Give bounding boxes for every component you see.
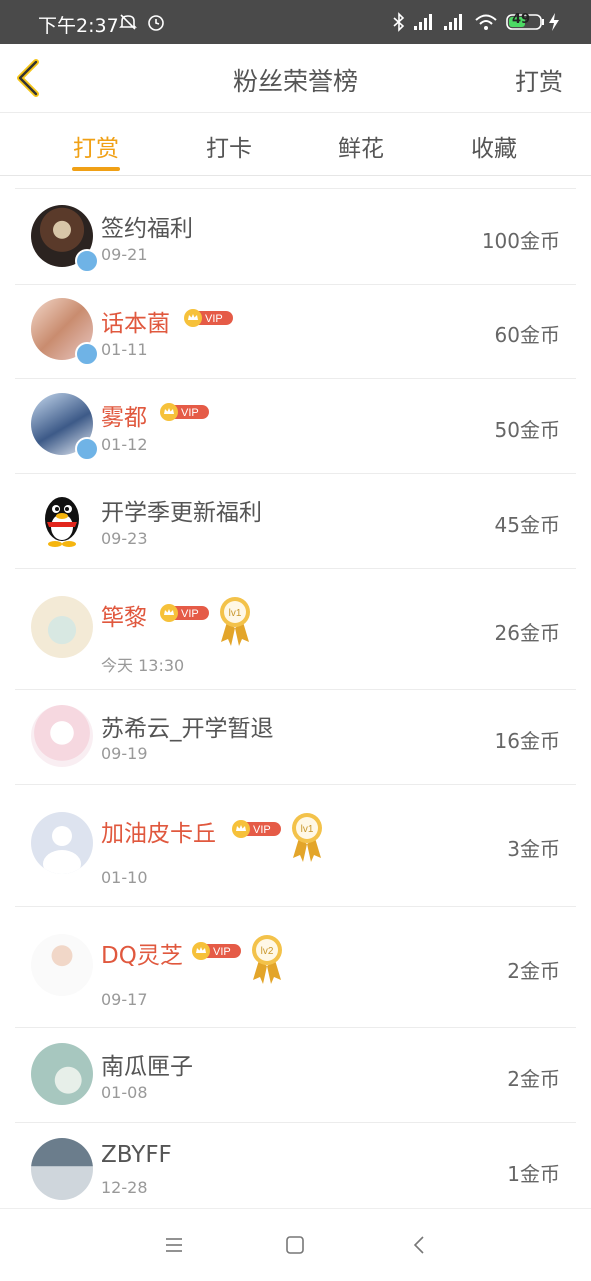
list-item[interactable]: 苏希云_开学暂退 09-19 16金币 xyxy=(15,689,576,785)
user-name: 雾都 xyxy=(101,405,147,431)
reward-date: 09-19 xyxy=(101,744,148,763)
vip-label: VIP xyxy=(205,313,223,325)
coin-amount: 2金币 xyxy=(507,959,560,983)
reward-date: 09-23 xyxy=(101,529,148,548)
document-badge-icon xyxy=(75,249,99,273)
vip-crown-icon: VIP xyxy=(160,604,209,622)
avatar xyxy=(31,705,93,767)
tab-favorites[interactable]: 收藏 xyxy=(439,129,549,163)
list-item[interactable]: ZBYFF 12-28 1金币 xyxy=(15,1122,576,1208)
mute-icon xyxy=(118,12,138,37)
medal-level: lv2 xyxy=(261,946,274,957)
battery-level: 49 xyxy=(512,12,531,27)
default-avatar-icon xyxy=(31,812,93,874)
medal-level: lv1 xyxy=(301,824,314,835)
back-nav-icon[interactable] xyxy=(410,1235,430,1255)
vip-label: VIP xyxy=(253,824,271,836)
coin-amount: 50金币 xyxy=(494,418,560,442)
reward-date: 01-12 xyxy=(101,435,148,454)
system-nav-bar xyxy=(0,1208,591,1281)
user-name: 签约福利 xyxy=(101,216,193,242)
reward-date: 12-28 xyxy=(101,1178,148,1197)
list-item[interactable]: 筚黎 VIP lv1 今天 13:30 26金币 xyxy=(15,568,576,690)
avatar xyxy=(31,596,93,658)
home-icon[interactable] xyxy=(285,1235,305,1255)
vip-label: VIP xyxy=(181,608,199,620)
tab-flowers[interactable]: 鲜花 xyxy=(306,129,416,163)
signal-icon xyxy=(412,12,436,37)
reward-date: 今天 13:30 xyxy=(101,656,185,675)
list-item[interactable]: 加油皮卡丘 VIP lv1 01-10 3金币 xyxy=(15,784,576,907)
level-medal-icon: lv1 xyxy=(292,813,322,862)
wifi-icon xyxy=(474,12,498,37)
list-item[interactable]: 签约福利 09-21 100金币 xyxy=(15,189,576,285)
reward-date: 01-10 xyxy=(101,868,148,887)
avatar xyxy=(31,934,93,996)
coin-amount: 3金币 xyxy=(507,837,560,861)
vip-label: VIP xyxy=(181,407,199,419)
list-item[interactable]: 话本菌 VIP 01-11 60金币 xyxy=(15,284,576,379)
tab-reward[interactable]: 打赏 xyxy=(41,129,151,163)
app-header: 粉丝荣誉榜 打赏 xyxy=(0,44,591,113)
vip-crown-icon: VIP xyxy=(192,942,241,960)
user-name: 开学季更新福利 xyxy=(101,500,262,526)
coin-amount: 100金币 xyxy=(481,229,560,253)
ranking-list: 签约福利 09-21 100金币 话本菌 VIP 01-11 60金币 雾都 V… xyxy=(15,188,576,1200)
list-item[interactable]: DQ灵芝 VIP lv2 09-17 2金币 xyxy=(15,906,576,1028)
user-name: 筚黎 xyxy=(101,605,147,631)
coin-amount: 26金币 xyxy=(494,621,560,645)
vip-crown-icon: VIP xyxy=(160,403,209,421)
alarm-icon xyxy=(146,12,166,37)
coin-amount: 16金币 xyxy=(494,729,560,753)
vip-crown-icon: VIP xyxy=(232,820,281,838)
bluetooth-icon xyxy=(392,12,406,37)
document-badge-icon xyxy=(75,342,99,366)
charging-icon xyxy=(548,12,560,37)
list-item[interactable]: 开学季更新福利 09-23 45金币 xyxy=(15,473,576,569)
medal-level: lv1 xyxy=(229,608,242,619)
user-name: 苏希云_开学暂退 xyxy=(101,716,274,742)
vip-label: VIP xyxy=(213,946,231,958)
status-time: 下午2:37 xyxy=(38,15,119,37)
reward-date: 01-11 xyxy=(101,340,148,359)
user-name: DQ灵芝 xyxy=(101,943,183,969)
user-name: ZBYFF xyxy=(101,1142,172,1168)
level-medal-icon: lv2 xyxy=(252,935,282,984)
status-bar: 下午2:37 49 xyxy=(0,0,591,44)
reward-date: 01-08 xyxy=(101,1083,148,1102)
coin-amount: 1金币 xyxy=(507,1162,560,1186)
user-name: 南瓜匣子 xyxy=(101,1054,193,1080)
document-badge-icon xyxy=(75,437,99,461)
coin-amount: 2金币 xyxy=(507,1067,560,1091)
active-tab-indicator xyxy=(72,167,120,171)
menu-icon[interactable] xyxy=(164,1235,184,1255)
list-item[interactable]: 南瓜匣子 01-08 2金币 xyxy=(15,1027,576,1123)
vip-crown-icon: VIP xyxy=(184,309,233,327)
tab-checkin[interactable]: 打卡 xyxy=(174,129,284,163)
user-name: 加油皮卡丘 xyxy=(101,821,216,847)
reward-date: 09-21 xyxy=(101,245,148,264)
avatar xyxy=(31,1138,93,1200)
coin-amount: 60金币 xyxy=(494,323,560,347)
coin-amount: 45金币 xyxy=(494,513,560,537)
reward-button[interactable]: 打赏 xyxy=(515,62,563,97)
user-name: 话本菌 xyxy=(101,311,170,337)
signal-hd-icon xyxy=(442,12,466,37)
list-item[interactable]: 雾都 VIP 01-12 50金币 xyxy=(15,378,576,474)
level-medal-icon: lv1 xyxy=(220,597,250,646)
reward-date: 09-17 xyxy=(101,990,148,1009)
penguin-avatar-icon xyxy=(31,489,93,551)
page-title: 粉丝荣誉榜 xyxy=(232,67,358,96)
avatar xyxy=(31,1043,93,1105)
